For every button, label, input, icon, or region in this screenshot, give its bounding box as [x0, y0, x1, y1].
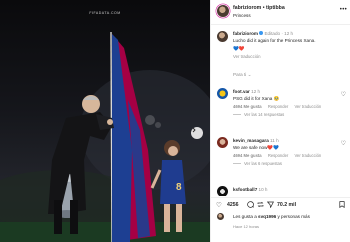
collab-username[interactable]: tiptibba: [266, 5, 285, 11]
comment-avatar[interactable]: [217, 137, 228, 148]
comment-text: We are safe now❤️💙: [233, 145, 279, 150]
comment-time: 12 h: [251, 89, 261, 94]
comment-username[interactable]: ksfootball7: [233, 187, 257, 192]
caption-text: Lucho did it again for the Princess Xana…: [233, 38, 316, 43]
comments-sort-dropdown[interactable]: Para ti ⌄: [233, 72, 251, 78]
comment-translate-link[interactable]: Ver traducción: [294, 104, 321, 109]
comment-header: kevin_masagara 11 h: [233, 138, 279, 143]
comment-meta: 4694 Me gusta Responder Ver traducción: [233, 153, 326, 158]
comment-heart-icon[interactable]: ♡: [341, 91, 346, 98]
comment-header: ksfootball7 10 h: [233, 187, 267, 192]
caption-translate-link[interactable]: Ver traducción: [233, 54, 260, 59]
caption-header: fabriziorom Editado · 12 h: [233, 31, 294, 36]
chevron-down-icon: ⌄: [247, 72, 252, 77]
post-action-bar: ♡ 4256 70.2 mil: [211, 197, 350, 211]
share-icon[interactable]: [266, 201, 274, 210]
svg-text:8: 8: [176, 182, 182, 193]
caption-author-avatar[interactable]: [217, 31, 228, 42]
caption-emoji: 💙❤️: [233, 46, 245, 51]
comment-text: PSG did it for Xana 🥹: [233, 96, 280, 101]
comment-time: 11 h: [270, 138, 279, 143]
comment-meta: 4694 Me gusta Responder Ver traducción: [233, 104, 326, 109]
comment-item: foot.var 12 h PSG did it for Xana 🥹 4694…: [211, 88, 350, 122]
liker-avatar: [217, 213, 224, 220]
comment-time: 10 h: [258, 187, 268, 192]
author-username[interactable]: fabriziorom: [233, 5, 261, 11]
share-count: 70.2 mil: [277, 201, 297, 208]
comment-heart-icon[interactable]: ♡: [341, 140, 346, 147]
caption-edited: Editado: [264, 31, 281, 36]
caption-author[interactable]: fabriziorom: [233, 31, 258, 36]
photo-scene: 8: [0, 31, 210, 242]
likes-summary: Les gusta a svq1996 y personas más: [211, 213, 350, 223]
chevron-right-icon: [192, 127, 196, 133]
comment-likes[interactable]: 4694 Me gusta: [233, 104, 262, 109]
comment-avatar[interactable]: [217, 186, 228, 196]
bookmark-icon[interactable]: [339, 201, 345, 210]
comment-avatar[interactable]: [217, 88, 228, 99]
comment-translate-link[interactable]: Ver traducción: [294, 153, 321, 158]
liker-username: svq1996: [258, 214, 277, 219]
view-replies-link[interactable]: Ver las 14 respuestas: [233, 112, 284, 117]
more-horizontal-icon[interactable]: •••: [340, 7, 347, 13]
caption-time: 12 h: [284, 31, 294, 36]
photo-watermark: FIFADATA.COM: [89, 11, 121, 15]
verified-badge-icon: [259, 31, 264, 36]
heart-icon[interactable]: ♡: [216, 201, 222, 209]
post-time-ago: Hace 12 horas: [233, 224, 260, 229]
comment-username[interactable]: foot.var: [233, 89, 250, 94]
next-photo-button[interactable]: [191, 127, 203, 139]
likes-text[interactable]: Les gusta a svq1996 y personas más: [233, 214, 310, 219]
header-usernames: fabriziorom • tiptibba: [233, 5, 285, 11]
comment-icon[interactable]: [247, 201, 254, 210]
view-replies-link[interactable]: Ver las 6 respuestas: [233, 161, 282, 166]
collab-separator: •: [262, 5, 265, 11]
comment-reply-button[interactable]: Responder: [268, 153, 289, 158]
post-location[interactable]: Princess: [233, 13, 251, 18]
post-header: fabriziorom • tiptibba Princess •••: [211, 0, 350, 25]
repost-icon[interactable]: [257, 201, 264, 210]
sort-label: Para ti: [233, 72, 247, 77]
comment-item: ksfootball7 10 h: [211, 186, 350, 196]
comment-reply-button[interactable]: Responder: [268, 104, 289, 109]
author-avatar[interactable]: [217, 5, 229, 17]
comment-likes[interactable]: 4694 Me gusta: [233, 153, 262, 158]
comment-username[interactable]: kevin_masagara: [233, 138, 269, 143]
post-photo[interactable]: 8 FIFADATA.COM: [0, 0, 210, 242]
comment-item: kevin_masagara 11 h We are safe now❤️💙 4…: [211, 137, 350, 171]
comment-header: foot.var 12 h: [233, 89, 260, 94]
like-count: 4256: [227, 201, 239, 208]
post-side-panel: fabriziorom • tiptibba Princess ••• fabr…: [210, 0, 350, 242]
